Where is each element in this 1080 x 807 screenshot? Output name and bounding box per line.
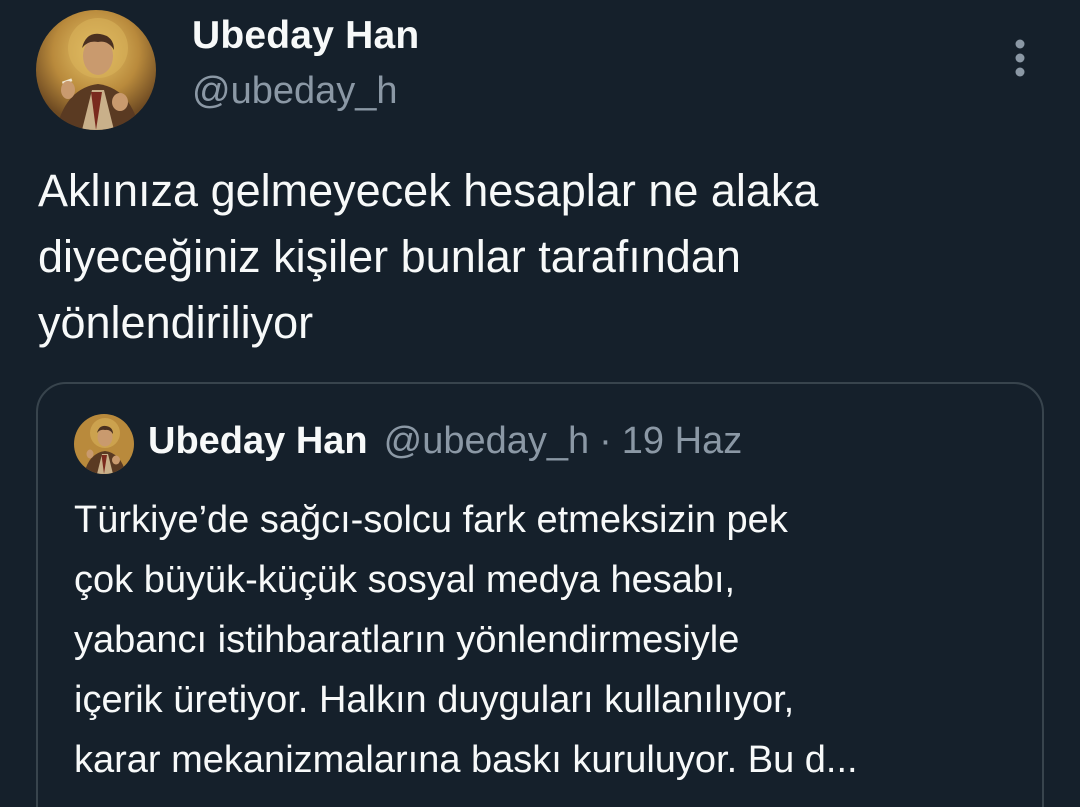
- quoted-author-handle[interactable]: @ubeday_h: [384, 420, 590, 463]
- avatar-portrait-icon: [36, 10, 156, 130]
- quoted-author-avatar[interactable]: [74, 414, 134, 474]
- separator-dot: ·: [599, 420, 612, 462]
- more-vertical-icon: [1015, 39, 1025, 77]
- author-avatar[interactable]: [36, 10, 156, 130]
- more-options-button[interactable]: [1000, 30, 1040, 86]
- tweet-text: Aklınıza gelmeyecek hesaplar ne alaka di…: [38, 165, 819, 348]
- author-handle[interactable]: @ubeday_h: [192, 70, 398, 113]
- quoted-tweet-text: Türkiye’de sağcı-solcu fark etmeksizin p…: [74, 499, 858, 781]
- quoted-tweet-date[interactable]: 19 Haz: [622, 420, 742, 463]
- quoted-tweet-header: Ubeday Han @ubeday_h · 19 Haz: [148, 420, 742, 463]
- author-name[interactable]: Ubeday Han: [192, 14, 419, 58]
- quoted-author-name[interactable]: Ubeday Han: [148, 420, 368, 463]
- tweet: Ubeday Han @ubeday_h Aklınıza gelmeyecek…: [0, 0, 1080, 807]
- avatar-portrait-icon: [74, 414, 134, 474]
- quoted-tweet-card[interactable]: Ubeday Han @ubeday_h · 19 Haz Türkiye’de…: [36, 382, 1044, 807]
